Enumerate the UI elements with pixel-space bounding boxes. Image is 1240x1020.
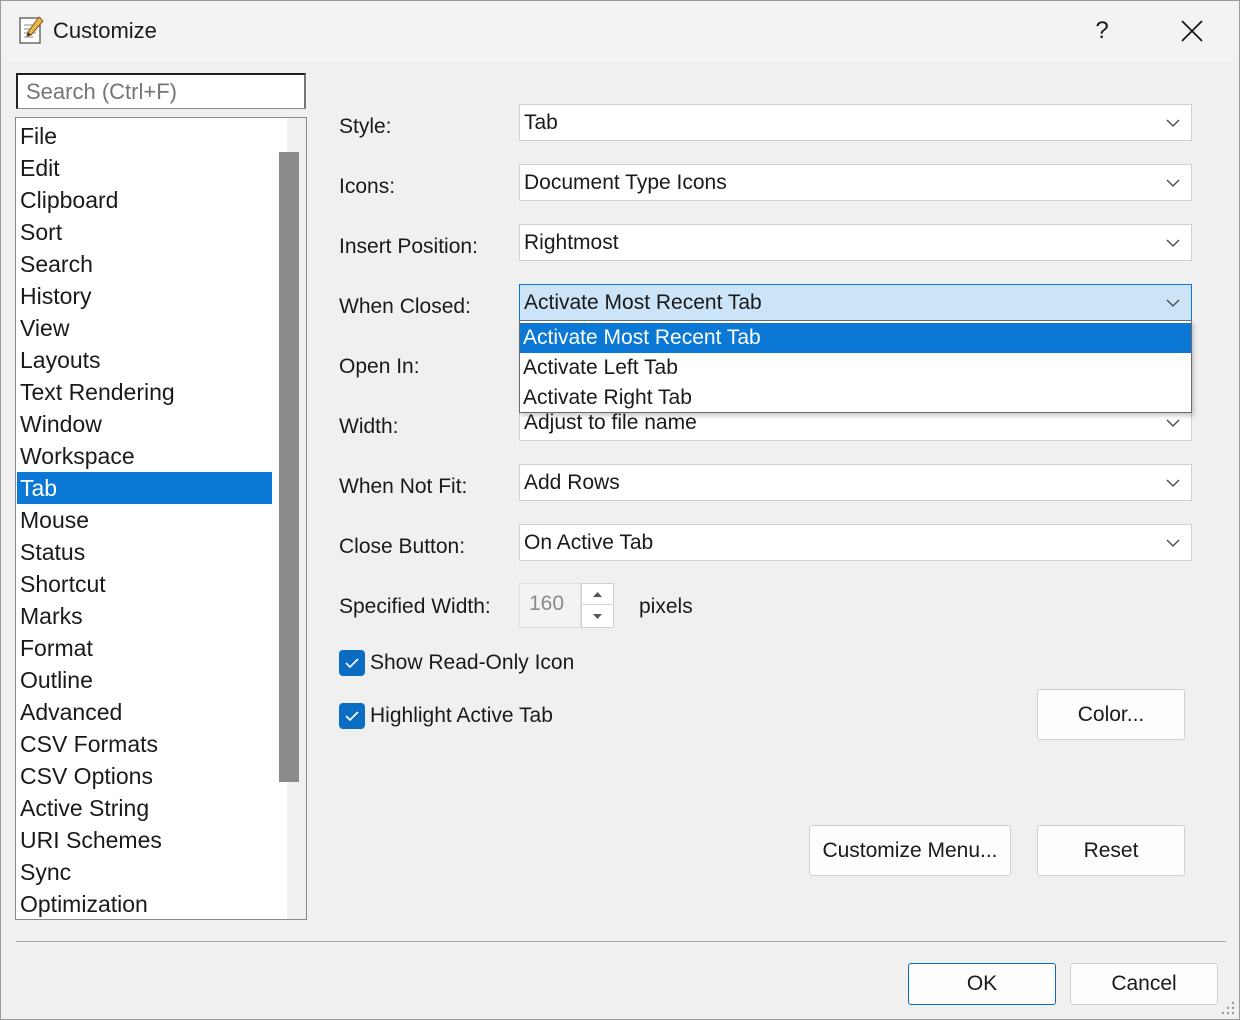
category-item-status[interactable]: Status [17,536,272,568]
title-bar: Customize ? [1,1,1239,61]
category-item-search[interactable]: Search [17,248,272,280]
when-closed-label: When Closed: [339,295,471,318]
chevron-down-icon [1166,479,1180,487]
scrollbar-thumb[interactable] [279,152,299,782]
close-button-label: Close Button: [339,535,466,558]
category-item-file[interactable]: File [17,120,272,152]
open-in-label: Open In: [339,355,420,378]
insert-position-combo-value: Rightmost [524,231,619,254]
insert-position-combo[interactable]: Rightmost [519,224,1192,261]
category-list[interactable]: File Edit Clipboard Sort Search History View La… [15,117,307,920]
when-closed-combo[interactable]: Activate Most Recent Tab [519,284,1192,321]
style-label: Style: [339,115,392,138]
category-item-layouts[interactable]: Layouts [17,344,272,376]
chevron-down-icon [1166,239,1180,247]
window-title: Customize [53,18,157,43]
customize-dialog: Customize ? FileEditClipboardSortSearchH… [0,0,1240,1020]
category-item-workspace[interactable]: Workspace [17,440,272,472]
when-closed-combo-value: Activate Most Recent Tab [524,291,762,314]
close-button[interactable] [1167,9,1215,53]
chevron-down-icon [1166,299,1180,307]
category-item-mouse[interactable]: Mouse [17,504,272,536]
width-label: Width: [339,415,399,438]
chevron-down-icon [1166,179,1180,187]
category-item-edit[interactable]: Edit [17,152,272,184]
category-item-sort[interactable]: Sort [17,216,272,248]
category-item-outline[interactable]: Outline [17,664,272,696]
icons-label: Icons: [339,175,396,198]
when-not-fit-label: When Not Fit: [339,475,468,498]
icons-combo-value: Document Type Icons [524,171,727,194]
checkmark-icon [345,658,359,669]
category-item-advanced[interactable]: Advanced [17,696,272,728]
category-item-clipboard[interactable]: Clipboard [17,184,272,216]
ok-button[interactable]: OK [908,963,1056,1005]
category-item-shortcut[interactable]: Shortcut [17,568,272,600]
chevron-down-icon [1166,419,1180,427]
category-item-window[interactable]: Window [17,408,272,440]
category-item-text-rendering[interactable]: Text Rendering [17,376,272,408]
category-item-history[interactable]: History [17,280,272,312]
resize-grip-icon[interactable] [1217,997,1237,1017]
dropdown-option[interactable]: Activate Most Recent Tab [520,323,1191,353]
icons-combo[interactable]: Document Type Icons [519,164,1192,201]
style-combo[interactable]: Tab [519,104,1192,141]
width-combo-value: Adjust to file name [524,411,697,434]
chevron-down-icon [1166,539,1180,547]
category-item-optimization[interactable]: Optimization [17,888,272,919]
when-not-fit-combo-value: Add Rows [524,471,620,494]
close-icon [1181,20,1203,42]
specified-width-input[interactable]: 160 [519,583,581,628]
chevron-down-icon [1166,119,1180,127]
show-read-only-icon-checkbox[interactable] [339,650,365,676]
category-item-active-string[interactable]: Active String [17,792,272,824]
cancel-button[interactable]: Cancel [1070,963,1218,1005]
category-item-uri-schemes[interactable]: URI Schemes [17,824,272,856]
category-item-sync[interactable]: Sync [17,856,272,888]
highlight-active-tab-label[interactable]: Highlight Active Tab [370,704,553,728]
pixels-unit-label: pixels [639,595,693,618]
triangle-down-icon [593,614,602,619]
specified-width-label: Specified Width: [339,595,491,618]
insert-position-label: Insert Position: [339,235,478,258]
when-not-fit-combo[interactable]: Add Rows [519,464,1192,501]
highlight-active-tab-checkbox[interactable] [339,703,365,729]
search-input[interactable] [16,73,306,109]
close-button-combo-value: On Active Tab [524,531,654,554]
color-button[interactable]: Color... [1037,689,1185,740]
specified-width-spinner [581,583,614,628]
category-item-csv-options[interactable]: CSV Options [17,760,272,792]
customize-menu-button[interactable]: Customize Menu... [809,825,1011,876]
style-combo-value: Tab [524,111,558,134]
reset-button[interactable]: Reset [1037,825,1185,876]
show-read-only-icon-label[interactable]: Show Read-Only Icon [370,651,574,675]
spin-up-button[interactable] [582,584,613,605]
footer-separator [16,941,1226,942]
category-item-tab[interactable]: Tab [17,472,272,504]
triangle-up-icon [593,592,602,597]
close-button-combo[interactable]: On Active Tab [519,524,1192,561]
category-item-marks[interactable]: Marks [17,600,272,632]
dropdown-option[interactable]: Activate Left Tab [520,353,1191,383]
category-item-csv-formats[interactable]: CSV Formats [17,728,272,760]
dropdown-option[interactable]: Activate Right Tab [520,383,1191,413]
when-closed-dropdown-list: Activate Most Recent Tab Activate Left T… [519,320,1192,413]
notepad-app-icon [19,16,44,44]
category-item-view[interactable]: View [17,312,272,344]
checkmark-icon [345,711,359,722]
spin-down-button[interactable] [582,606,613,627]
category-item-format[interactable]: Format [17,632,272,664]
help-button[interactable]: ? [1079,9,1125,53]
